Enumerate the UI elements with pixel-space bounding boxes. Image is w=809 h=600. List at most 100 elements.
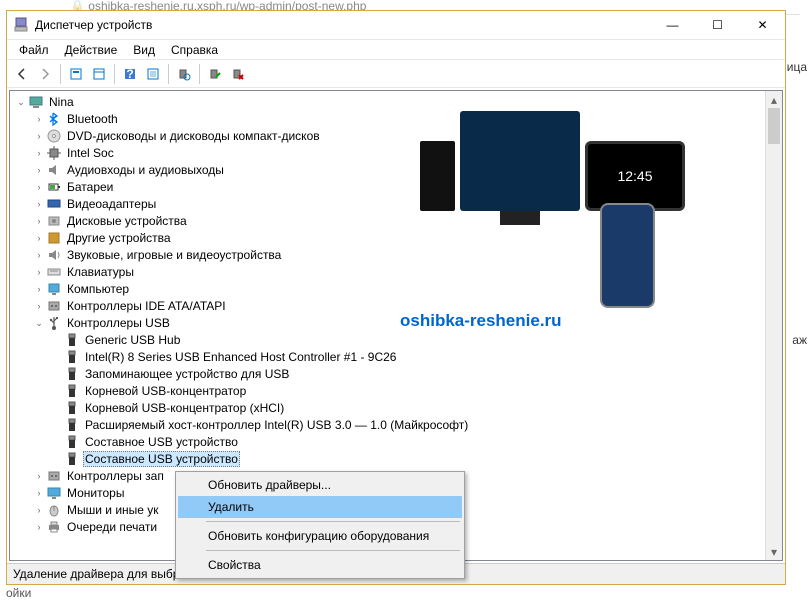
window-title: Диспетчер устройств bbox=[35, 18, 650, 32]
category-computer[interactable]: › Компьютер bbox=[32, 281, 765, 297]
category-dvd[interactable]: ›DVD-дисководы и дисководы компакт-диско… bbox=[32, 128, 765, 144]
usbdev-icon bbox=[64, 451, 80, 467]
help-button[interactable]: ? bbox=[119, 63, 141, 85]
expander-icon[interactable]: › bbox=[32, 301, 46, 311]
refresh-button[interactable] bbox=[142, 63, 164, 85]
expander-icon[interactable]: › bbox=[32, 182, 46, 192]
usb-device[interactable]: Корневой USB-концентратор (xHCI) bbox=[50, 400, 765, 416]
category-sound[interactable]: › Звуковые, игровые и видеоустройства bbox=[32, 247, 765, 263]
scroll-down-arrow[interactable]: ▾ bbox=[766, 543, 782, 560]
context-menu-item[interactable]: Свойства bbox=[178, 554, 462, 576]
category-cpu[interactable]: › Intel Soc bbox=[32, 145, 765, 161]
usbdev-icon bbox=[64, 417, 80, 433]
context-menu: Обновить драйверы...Удалить Обновить конф… bbox=[175, 471, 465, 579]
expander-icon[interactable]: › bbox=[32, 488, 46, 498]
vertical-scrollbar[interactable]: ▴ ▾ bbox=[765, 91, 782, 560]
category-keyboard[interactable]: › Клавиатуры bbox=[32, 264, 765, 280]
disable-button[interactable] bbox=[227, 63, 249, 85]
show-hidden-button[interactable] bbox=[65, 63, 87, 85]
tree-item-label: Клавиатуры bbox=[65, 265, 136, 279]
tree-item-label: Generic USB Hub bbox=[83, 333, 182, 347]
tree-item-label: Аудиовходы и аудиовыходы bbox=[65, 163, 226, 177]
expander-icon[interactable]: › bbox=[32, 267, 46, 277]
menu-view[interactable]: Вид bbox=[125, 41, 163, 59]
tree-item-label: Мыши и иные ук bbox=[65, 503, 161, 517]
tree-item-label: Компьютер bbox=[65, 282, 131, 296]
tree-item-label: Видеоадаптеры bbox=[65, 197, 158, 211]
status-text: Удаление драйвера для выбр bbox=[13, 567, 179, 581]
usb-device[interactable]: Запоминающее устройство для USB bbox=[50, 366, 765, 382]
expander-icon[interactable]: › bbox=[32, 471, 46, 481]
menu-action[interactable]: Действие bbox=[57, 41, 126, 59]
usbdev-icon bbox=[64, 434, 80, 450]
category-usb[interactable]: ⌄Контроллеры USB bbox=[32, 315, 765, 331]
tree-item-label: Составное USB устройство bbox=[83, 451, 240, 467]
close-button[interactable]: ✕ bbox=[740, 11, 785, 39]
category-disk[interactable]: ›Дисковые устройства bbox=[32, 213, 765, 229]
category-ide[interactable]: › Контроллеры IDE ATA/ATAPI bbox=[32, 298, 765, 314]
bluetooth-icon bbox=[46, 111, 62, 127]
expander-icon[interactable]: › bbox=[32, 131, 46, 141]
dvd-icon bbox=[46, 128, 62, 144]
computer-icon bbox=[28, 94, 44, 110]
tree-item-label: Расширяемый хост-контроллер Intel(R) USB… bbox=[83, 418, 470, 432]
expander-icon[interactable]: › bbox=[32, 114, 46, 124]
expander-icon[interactable]: › bbox=[32, 199, 46, 209]
scan-hardware-button[interactable] bbox=[173, 63, 195, 85]
context-menu-item[interactable]: Удалить bbox=[178, 496, 462, 518]
expander-icon[interactable]: › bbox=[32, 148, 46, 158]
category-bluetooth[interactable]: ›Bluetooth bbox=[32, 111, 765, 127]
tree-item-label: Корневой USB-концентратор (xHCI) bbox=[83, 401, 286, 415]
tree-item-label: Intel(R) 8 Series USB Enhanced Host Cont… bbox=[83, 350, 398, 364]
expander-icon[interactable]: › bbox=[32, 505, 46, 515]
toolbar-separator bbox=[168, 64, 169, 84]
scroll-thumb[interactable] bbox=[768, 108, 780, 144]
properties-button[interactable] bbox=[88, 63, 110, 85]
menu-file[interactable]: Файл bbox=[11, 41, 57, 59]
context-menu-item[interactable]: Обновить драйверы... bbox=[178, 474, 462, 496]
expander-icon[interactable]: › bbox=[32, 250, 46, 260]
category-video[interactable]: › Видеоадаптеры bbox=[32, 196, 765, 212]
category-audio[interactable]: › Аудиовходы и аудиовыходы bbox=[32, 162, 765, 178]
context-menu-item[interactable]: Обновить конфигурацию оборудования bbox=[178, 525, 462, 547]
expander-icon[interactable]: › bbox=[32, 522, 46, 532]
maximize-button[interactable]: ☐ bbox=[695, 11, 740, 39]
tree-item-label: Корневой USB-концентратор bbox=[83, 384, 248, 398]
expander-icon[interactable]: › bbox=[32, 233, 46, 243]
titlebar[interactable]: Диспетчер устройств — ☐ ✕ bbox=[7, 11, 785, 40]
battery-icon bbox=[46, 179, 62, 195]
category-other[interactable]: ›Другие устройства bbox=[32, 230, 765, 246]
expander-icon[interactable]: ⌄ bbox=[14, 97, 28, 108]
expander-icon[interactable]: › bbox=[32, 216, 46, 226]
usbdev-icon bbox=[64, 349, 80, 365]
scroll-up-arrow[interactable]: ▴ bbox=[766, 91, 782, 108]
tree-item-label: Контроллеры IDE ATA/ATAPI bbox=[65, 299, 228, 313]
tree-item-label: Мониторы bbox=[65, 486, 126, 500]
tree-item-label: Контроллеры зап bbox=[65, 469, 166, 483]
other-icon bbox=[46, 230, 62, 246]
tree-item-label: Очереди печати bbox=[65, 520, 159, 534]
audio-icon bbox=[46, 162, 62, 178]
bg-fragment-2: аж bbox=[792, 333, 807, 347]
enable-button[interactable] bbox=[204, 63, 226, 85]
tree-item-label: Звуковые, игровые и видеоустройства bbox=[65, 248, 283, 262]
menu-help[interactable]: Справка bbox=[163, 41, 226, 59]
minimize-button[interactable]: — bbox=[650, 11, 695, 39]
usb-device[interactable]: Составное USB устройство bbox=[50, 434, 765, 450]
tree-item-label: Запоминающее устройство для USB bbox=[83, 367, 291, 381]
usb-device[interactable]: Корневой USB-концентратор bbox=[50, 383, 765, 399]
usbdev-icon bbox=[64, 383, 80, 399]
expander-icon[interactable]: › bbox=[32, 165, 46, 175]
expander-icon[interactable]: ⌄ bbox=[32, 318, 46, 329]
usb-device[interactable]: Расширяемый хост-контроллер Intel(R) USB… bbox=[50, 417, 765, 433]
usb-device[interactable]: Составное USB устройство bbox=[50, 451, 765, 467]
usb-device[interactable]: Generic USB Hub bbox=[50, 332, 765, 348]
expander-icon[interactable]: › bbox=[32, 284, 46, 294]
tree-item-label: Intel Soc bbox=[65, 146, 116, 160]
bg-tab-fragment: ойки bbox=[6, 586, 31, 600]
back-button[interactable] bbox=[11, 63, 33, 85]
usb-device[interactable]: Intel(R) 8 Series USB Enhanced Host Cont… bbox=[50, 349, 765, 365]
category-battery[interactable]: ›Батареи bbox=[32, 179, 765, 195]
forward-button[interactable] bbox=[34, 63, 56, 85]
root-node[interactable]: ⌄ Nina bbox=[14, 94, 765, 110]
